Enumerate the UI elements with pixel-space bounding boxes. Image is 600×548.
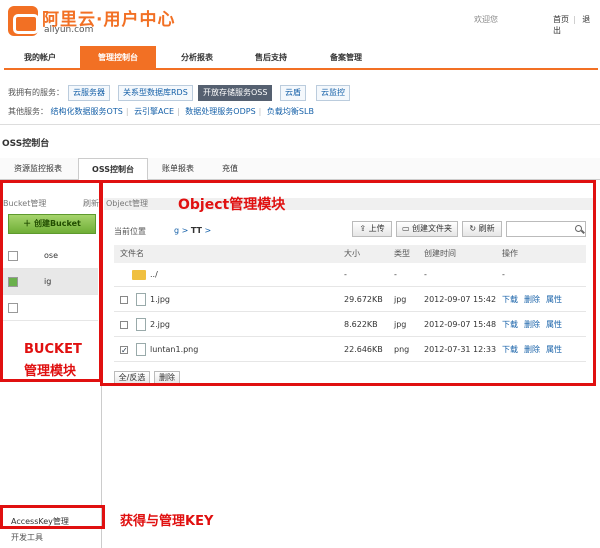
service-rds[interactable]: 关系型数据库RDS [118,85,193,101]
top-links: 首页 | 退出 [553,14,600,36]
home-link[interactable]: 首页 [553,15,569,24]
object-module-highlight [100,180,596,386]
other-services: 其他服务： 结构化数据服务OTS | 云引擎ACE | 数据处理服务ODPS | 负载… [8,106,317,118]
tab-filing[interactable]: 备案管理 [314,46,378,70]
divider [0,124,600,125]
tab-support[interactable]: 售后支持 [240,46,302,70]
devtools-link[interactable]: 开发工具 [11,532,43,543]
link-separator: | [573,15,576,24]
welcome-text: 欢迎您 [474,15,498,24]
tab-billing-report[interactable]: 账单报表 [150,158,206,180]
service-ecs[interactable]: 云服务器 [68,85,110,101]
header: 阿里云·用户中心 aliyun.com 欢迎您 首页 | 退出 [0,0,600,42]
aliyun-logo-icon[interactable] [8,6,39,36]
service-monitor[interactable]: 云监控 [316,85,350,101]
tab-reports[interactable]: 分析报表 [164,46,230,70]
service-ots[interactable]: 结构化数据服务OTS [51,107,123,116]
tab-my-account[interactable]: 我的帐户 [8,46,72,70]
service-slb[interactable]: 负载均衡SLB [267,107,314,116]
service-oss[interactable]: 开放存储服务OSS [198,85,273,101]
other-services-label: 其他服务： [8,107,48,116]
separator: | [177,107,180,116]
tab-monitor-report[interactable]: 资源监控报表 [4,158,72,180]
object-module-annotation: Object管理模块 [178,197,286,213]
service-ace[interactable]: 云引擎ACE [134,107,174,116]
console-title: OSS控制台 [2,139,50,149]
service-odps[interactable]: 数据处理服务ODPS [185,107,255,116]
tab-oss-console[interactable]: OSS控制台 [78,158,148,181]
bucket-module-annotation-line2: 管理模块 [24,364,77,379]
bucket-module-annotation-line1: BUCKET [24,342,82,357]
tab-recharge[interactable]: 充值 [208,158,252,180]
main-nav: 我的帐户 管理控制台 分析报表 售后支持 备案管理 [4,46,598,70]
service-shield[interactable]: 云盾 [280,85,306,101]
separator: | [258,107,262,116]
accesskey-highlight [0,505,105,529]
owned-services-label: 我拥有的服务： [8,88,64,97]
logo-subtext: aliyun.com [44,25,94,35]
accesskey-annotation: 获得与管理KEY [120,514,214,529]
sub-nav: 资源监控报表 OSS控制台 账单报表 充值 [0,158,600,181]
separator: | [125,107,129,116]
tab-console[interactable]: 管理控制台 [80,46,156,70]
